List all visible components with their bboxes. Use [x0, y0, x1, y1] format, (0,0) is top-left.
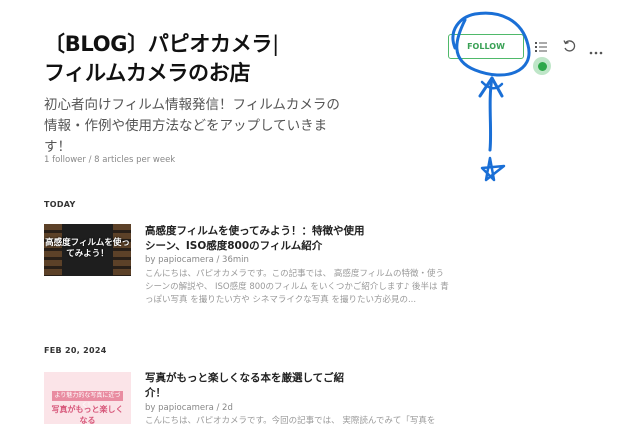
- section-label-today: TODAY: [44, 200, 76, 209]
- blog-title: 〔BLOG〕パピオカメラ| フィルムカメラのお店: [44, 30, 444, 88]
- annotation-drawing: [451, 11, 531, 182]
- status-indicator: [533, 57, 551, 75]
- section-label-date: FEB 20, 2024: [44, 346, 107, 355]
- more-icon[interactable]: [589, 42, 603, 61]
- blog-title-line1: 〔BLOG〕パピオカメラ|: [44, 32, 279, 56]
- article-thumbnail[interactable]: より魅力的な写真に近づく！ 写真がもっと楽しくなる: [44, 372, 131, 424]
- article-meta: by papiocamera / 36min: [145, 255, 249, 265]
- article-thumbnail[interactable]: 高感度フィルムを使ってみよう！: [44, 224, 131, 276]
- follow-button[interactable]: FOLLOW: [448, 34, 524, 59]
- article-meta: by papiocamera / 2d: [145, 403, 233, 413]
- list-icon[interactable]: [534, 39, 548, 58]
- thumbnail-text: 写真がもっと楽しくなる: [51, 405, 124, 424]
- blog-meta: 1 follower / 8 articles per week: [44, 155, 176, 165]
- article-excerpt: こんにちは、パピオカメラです。この記事では、 高感度フィルムの特徴・使うシーンの…: [145, 269, 449, 305]
- blog-description: 初心者向けフィルム情報発信！フィルムカメラの情報・作例や使用方法などをアップして…: [44, 97, 340, 155]
- article-excerpt: こんにちは、パピオカメラです。今回の記事では、 実際読んでみて「写真を: [145, 416, 436, 426]
- thumbnail-text: 高感度フィルムを使ってみよう！: [45, 238, 130, 259]
- thumbnail-text: より魅力的な写真に近づく！: [52, 391, 123, 409]
- blog-title-line2: フィルムカメラのお店: [44, 61, 251, 85]
- article-title[interactable]: 写真がもっと楽しくなる本を厳選してご紹介！: [145, 371, 365, 401]
- refresh-icon[interactable]: [562, 39, 577, 58]
- article-title[interactable]: 高感度フィルムを使ってみよう！：特徴や使用シーン、ISO感度800のフィルム紹介: [145, 224, 365, 254]
